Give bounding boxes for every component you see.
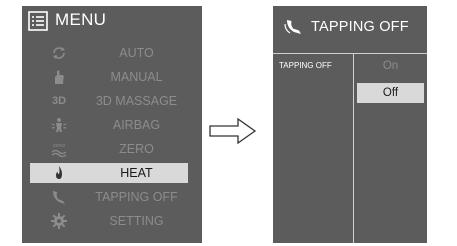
tapping-off-row-label: TAPPING OFF <box>279 61 332 70</box>
menu-title: MENU <box>55 10 107 29</box>
svg-text:ZERO: ZERO <box>53 143 66 148</box>
menu-item-zero[interactable]: ZERO ZERO <box>30 139 188 159</box>
option-off[interactable]: Off <box>357 83 424 103</box>
menu-item-auto[interactable]: AUTO <box>30 43 188 63</box>
menu-header: MENU <box>22 6 202 36</box>
menu-item-3d-massage[interactable]: 3D 3D MASSAGE <box>30 91 188 111</box>
menu-item-setting[interactable]: SETTING <box>30 211 188 231</box>
menu-list-icon <box>28 11 48 31</box>
tapping-panel-title: TAPPING OFF <box>311 19 409 35</box>
option-on[interactable]: On <box>357 56 424 76</box>
flame-icon <box>56 166 62 179</box>
airbag-person-icon <box>51 118 67 132</box>
3d-icon: 3D <box>51 95 67 107</box>
tapping-panel-header: TAPPING OFF <box>273 6 427 46</box>
menu-item-manual[interactable]: MANUAL <box>30 67 188 87</box>
zero-gravity-icon: ZERO <box>51 143 67 158</box>
menu-item-label: HEAT <box>120 166 153 180</box>
header-divider <box>273 53 427 54</box>
menu-item-label: TAPPING OFF <box>95 190 178 204</box>
menu-panel: MENU AUTO MANUAL 3D 3D MASSAGE AIRBAG ZE… <box>22 6 202 243</box>
menu-item-airbag[interactable]: AIRBAG <box>30 115 188 135</box>
menu-item-label: AUTO <box>119 46 154 60</box>
menu-item-label: ZERO <box>119 142 154 156</box>
hand-icon <box>55 70 64 84</box>
column-divider <box>353 54 354 243</box>
menu-item-label: 3D MASSAGE <box>95 94 178 108</box>
auto-cycle-icon <box>53 47 65 59</box>
gear-icon <box>51 213 67 229</box>
menu-item-heat[interactable]: HEAT <box>30 163 188 183</box>
menu-item-label: AIRBAG <box>112 118 161 132</box>
menu-item-label: SETTING <box>109 214 164 228</box>
menu-item-tapping-off[interactable]: TAPPING OFF <box>30 187 188 207</box>
menu-item-label: MANUAL <box>110 70 163 84</box>
tapping-hand-icon <box>53 191 65 204</box>
tapping-hand-icon <box>284 20 301 34</box>
right-arrow-icon <box>209 117 257 145</box>
tapping-panel: TAPPING OFF TAPPING OFF On Off <box>273 6 427 243</box>
